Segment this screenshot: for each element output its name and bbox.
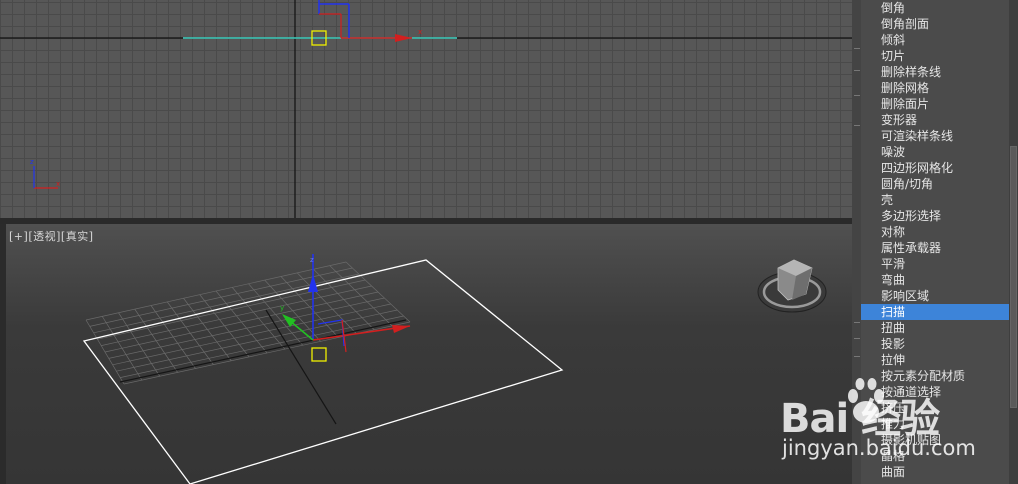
rollout-tick bbox=[854, 338, 860, 339]
plane-object-outline bbox=[82, 259, 564, 484]
modifier-item[interactable]: 变形器 bbox=[861, 112, 1009, 128]
modifier-item[interactable]: 倒角剖面 bbox=[861, 16, 1009, 32]
modifier-item[interactable]: 推力 bbox=[861, 416, 1009, 432]
rollout-tick bbox=[854, 322, 860, 323]
modifier-item[interactable]: 平滑 bbox=[861, 256, 1009, 272]
scrollbar-thumb[interactable] bbox=[1010, 146, 1017, 408]
perspective-viewport[interactable]: [+][透视][真实] z y bbox=[6, 224, 852, 484]
modifier-item[interactable]: 晶格 bbox=[861, 448, 1009, 464]
modifier-item[interactable]: 按通道选择 bbox=[861, 384, 1009, 400]
modifier-item[interactable]: 扫描 bbox=[861, 304, 1009, 320]
rollout-tick bbox=[854, 95, 860, 96]
modifier-item[interactable]: 影响区域 bbox=[861, 288, 1009, 304]
rollout-tick bbox=[854, 125, 860, 126]
modifier-item[interactable]: 圆角/切角 bbox=[861, 176, 1009, 192]
modifier-item[interactable]: 挤压 bbox=[861, 400, 1009, 416]
home-grid bbox=[85, 261, 411, 385]
grid-home-line-y bbox=[265, 309, 337, 425]
rollout-tick bbox=[854, 70, 860, 71]
move-gizmo-y-label: y bbox=[280, 304, 284, 312]
modifier-list-items: 倒角 倒角剖面 倾斜 切片 删除样条线 删除网格 删除面片 变形器 可渲染样条线 噪波 四边形网格化… bbox=[861, 0, 1009, 480]
modifier-list-dropdown[interactable]: 倒角 倒角剖面 倾斜 切片 删除样条线 删除网格 删除面片 变形器 可渲染样条线 噪波 四边形网格化… bbox=[861, 0, 1009, 484]
modifier-item[interactable]: 噪波 bbox=[861, 144, 1009, 160]
move-gizmo-plane-xz bbox=[317, 319, 345, 347]
modifier-list-scrollbar[interactable] bbox=[1009, 0, 1018, 484]
modifier-item[interactable]: 拉伸 bbox=[861, 352, 1009, 368]
command-panel-edge bbox=[852, 0, 861, 484]
world-axis-x-label: x bbox=[56, 180, 60, 188]
top-viewport[interactable]: x x z bbox=[0, 0, 852, 218]
modifier-item[interactable]: 弯曲 bbox=[861, 272, 1009, 288]
modifier-item[interactable]: 多边形选择 bbox=[861, 208, 1009, 224]
world-axis-z-label: z bbox=[30, 158, 34, 166]
modifier-item[interactable]: 属性承载器 bbox=[861, 240, 1009, 256]
top-viewport-canvas: x x z bbox=[0, 0, 852, 218]
modifier-item[interactable]: 倒角 bbox=[861, 0, 1009, 16]
move-gizmo-z-arrow bbox=[308, 274, 318, 292]
modifier-item[interactable]: 删除面片 bbox=[861, 96, 1009, 112]
modifier-item[interactable]: 按元素分配材质 bbox=[861, 368, 1009, 384]
modifier-item[interactable]: 扭曲 bbox=[861, 320, 1009, 336]
move-gizmo-x-arrow bbox=[395, 34, 412, 42]
modifier-item[interactable]: 曲面 bbox=[861, 464, 1009, 480]
modifier-item[interactable]: 投影 bbox=[861, 336, 1009, 352]
modifier-item[interactable]: 可渲染样条线 bbox=[861, 128, 1009, 144]
move-gizmo-x-label: x bbox=[418, 28, 422, 36]
modifier-item[interactable]: 删除网格 bbox=[861, 80, 1009, 96]
rollout-tick bbox=[854, 48, 860, 49]
modifier-item[interactable]: 壳 bbox=[861, 192, 1009, 208]
perspective-canvas: z y bbox=[82, 254, 827, 484]
move-gizmo-z-label: z bbox=[310, 256, 314, 264]
modifier-item[interactable]: 删除样条线 bbox=[861, 64, 1009, 80]
modifier-item[interactable]: 切片 bbox=[861, 48, 1009, 64]
modifier-item[interactable]: 倾斜 bbox=[861, 32, 1009, 48]
modifier-item[interactable]: 对称 bbox=[861, 224, 1009, 240]
move-gizmo-x-arrow bbox=[392, 325, 410, 333]
modifier-item[interactable]: 摄影机贴图 bbox=[861, 432, 1009, 448]
modifier-item[interactable]: 四边形网格化 bbox=[861, 160, 1009, 176]
pivot-center-box bbox=[311, 347, 327, 362]
rollout-tick bbox=[854, 356, 860, 357]
